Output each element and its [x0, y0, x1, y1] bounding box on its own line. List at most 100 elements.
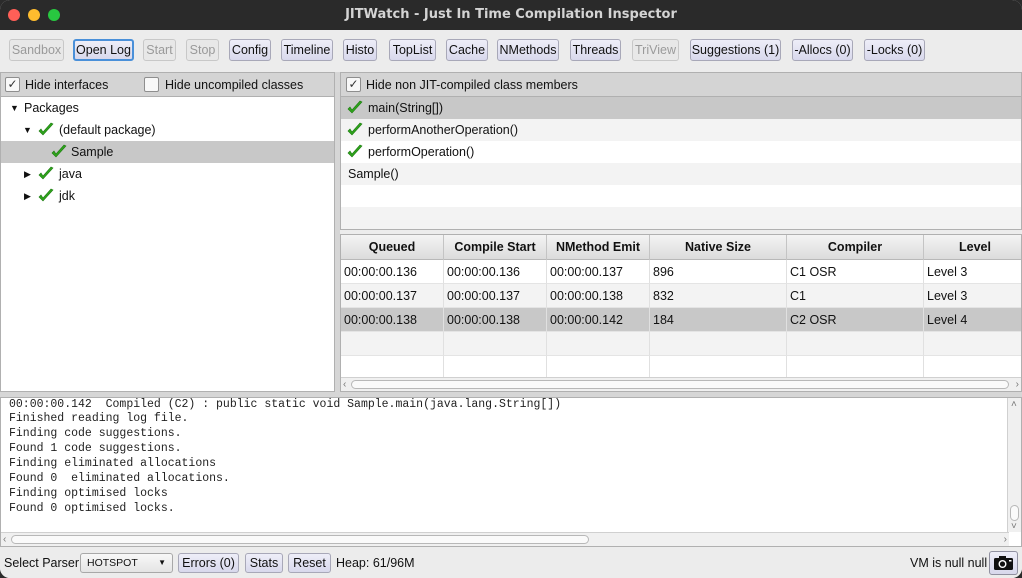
parser-select[interactable]: HOTSPOT ▼: [80, 553, 173, 573]
scroll-left-icon[interactable]: ‹: [3, 533, 6, 546]
column-header-level[interactable]: Level: [924, 235, 1021, 260]
hide-uncompiled-label: Hide uncompiled classes: [165, 78, 304, 92]
errors-button[interactable]: Errors (0): [178, 553, 239, 573]
member-item[interactable]: Sample(): [341, 163, 1021, 185]
compiled-check-icon: [38, 188, 54, 202]
sandbox-button[interactable]: Sandbox: [9, 39, 64, 61]
scrollbar-thumb[interactable]: [11, 535, 589, 544]
class-tree-pane: ✓ Hide interfaces Hide uncompiled classe…: [0, 72, 335, 392]
log-vertical-scrollbar[interactable]: ˄ ˅: [1007, 398, 1021, 532]
table-horizontal-scrollbar[interactable]: ‹ ›: [341, 377, 1021, 391]
class-members-pane: ✓ Hide non JIT-compiled class members ma…: [340, 72, 1022, 230]
table-row[interactable]: 00:00:00.136 00:00:00.136 00:00:00.137 8…: [341, 260, 1021, 284]
locks-button[interactable]: -Locks (0): [864, 39, 925, 61]
table-cell: 896: [650, 260, 787, 284]
class-tree-filters: ✓ Hide interfaces Hide uncompiled classe…: [1, 73, 334, 97]
member-empty-row: [341, 185, 1021, 207]
member-empty-row: [341, 207, 1021, 229]
compiled-check-icon: [38, 166, 54, 180]
hide-non-jit-checkbox[interactable]: ✓: [346, 77, 361, 92]
config-button[interactable]: Config: [229, 39, 271, 61]
scroll-left-icon[interactable]: ‹: [343, 378, 346, 391]
cache-button[interactable]: Cache: [446, 39, 488, 61]
log-output[interactable]: 00:00:00.142 Compiled (C2) : public stat…: [0, 397, 1022, 547]
table-header: Queued Compile Start NMethod Emit Native…: [341, 235, 1021, 260]
table-cell: Level 4: [924, 308, 1021, 332]
tree-node-packages[interactable]: ▼ Packages: [1, 97, 334, 119]
member-label: performAnotherOperation(): [368, 123, 519, 137]
scroll-down-icon[interactable]: ˅: [1011, 520, 1017, 533]
open-log-button[interactable]: Open Log: [73, 39, 134, 61]
scroll-right-icon[interactable]: ›: [1016, 378, 1019, 391]
compiled-check-icon: [347, 144, 363, 158]
snapshot-button[interactable]: [989, 551, 1018, 575]
heap-usage: Heap: 61/96M: [336, 556, 415, 570]
hide-non-jit-label: Hide non JIT-compiled class members: [366, 78, 578, 92]
scroll-right-icon[interactable]: ›: [1004, 533, 1007, 546]
toplist-button[interactable]: TopList: [389, 39, 436, 61]
expanded-arrow-icon[interactable]: ▼: [10, 97, 19, 119]
vm-status: VM is null null: [910, 556, 988, 570]
member-item[interactable]: main(String[]): [341, 97, 1021, 119]
member-label: performOperation(): [368, 145, 475, 159]
table-cell: 00:00:00.137: [547, 260, 650, 284]
stats-button[interactable]: Stats: [245, 553, 283, 573]
table-cell: 832: [650, 284, 787, 308]
stop-button[interactable]: Stop: [186, 39, 219, 61]
nmethods-button[interactable]: NMethods: [497, 39, 559, 61]
select-parser-label: Select Parser: [4, 556, 80, 570]
scrollbar-thumb[interactable]: [351, 380, 1009, 389]
column-header-nmethod-emit[interactable]: NMethod Emit: [547, 235, 650, 260]
column-header-compile-start[interactable]: Compile Start: [444, 235, 547, 260]
histo-button[interactable]: Histo: [343, 39, 377, 61]
compiled-check-icon: [51, 144, 67, 158]
members-filter: ✓ Hide non JIT-compiled class members: [341, 73, 1021, 97]
table-row[interactable]: 00:00:00.137 00:00:00.137 00:00:00.138 8…: [341, 284, 1021, 308]
scroll-up-icon[interactable]: ˄: [1011, 398, 1017, 411]
tree-node-label: java: [59, 167, 82, 181]
table-cell: 00:00:00.142: [547, 308, 650, 332]
suggestions-button[interactable]: Suggestions (1): [690, 39, 781, 61]
reset-button[interactable]: Reset: [288, 553, 331, 573]
table-cell: C1: [787, 284, 924, 308]
scrollbar-thumb[interactable]: [1010, 505, 1019, 521]
allocs-button[interactable]: -Allocs (0): [792, 39, 853, 61]
hide-interfaces-label: Hide interfaces: [25, 78, 109, 92]
timeline-button[interactable]: Timeline: [281, 39, 333, 61]
tree-node-label: Sample: [71, 145, 114, 159]
tree-node-label: (default package): [59, 123, 156, 137]
log-line: Finding optimised locks: [9, 487, 168, 500]
tree-node-default-package[interactable]: ▼ (default package): [1, 119, 334, 141]
collapsed-arrow-icon[interactable]: ▶: [24, 163, 31, 185]
table-cell: 00:00:00.137: [341, 284, 444, 308]
member-item[interactable]: performOperation(): [341, 141, 1021, 163]
tree-node-label: jdk: [59, 189, 75, 203]
column-header-compiler[interactable]: Compiler: [787, 235, 924, 260]
tree-node-sample[interactable]: Sample: [1, 141, 334, 163]
collapsed-arrow-icon[interactable]: ▶: [24, 185, 31, 207]
log-line: Finding code suggestions.: [9, 427, 182, 440]
table-cell: C2 OSR: [787, 308, 924, 332]
log-line: 00:00:00.142 Compiled (C2) : public stat…: [9, 398, 562, 411]
log-horizontal-scrollbar[interactable]: ‹ ›: [1, 532, 1009, 546]
member-label: main(String[]): [368, 101, 444, 115]
table-cell: C1 OSR: [787, 260, 924, 284]
triview-button[interactable]: TriView: [632, 39, 679, 61]
hide-interfaces-checkbox[interactable]: ✓: [5, 77, 20, 92]
tree-node-java[interactable]: ▶ java: [1, 163, 334, 185]
column-header-queued[interactable]: Queued: [341, 235, 444, 260]
tree-node-jdk[interactable]: ▶ jdk: [1, 185, 334, 207]
start-button[interactable]: Start: [143, 39, 176, 61]
member-label: Sample(): [348, 167, 399, 181]
window-title: JITWatch - Just In Time Compilation Insp…: [345, 7, 677, 22]
table-cell: 00:00:00.138: [444, 308, 547, 332]
expanded-arrow-icon[interactable]: ▼: [23, 119, 32, 141]
compiled-check-icon: [347, 100, 363, 114]
threads-button[interactable]: Threads: [570, 39, 621, 61]
member-item[interactable]: performAnotherOperation(): [341, 119, 1021, 141]
hide-uncompiled-checkbox[interactable]: [144, 77, 159, 92]
compiled-check-icon: [347, 122, 363, 136]
table-row[interactable]: 00:00:00.138 00:00:00.138 00:00:00.142 1…: [341, 308, 1021, 332]
column-header-native-size[interactable]: Native Size: [650, 235, 787, 260]
table-cell: 00:00:00.138: [341, 308, 444, 332]
